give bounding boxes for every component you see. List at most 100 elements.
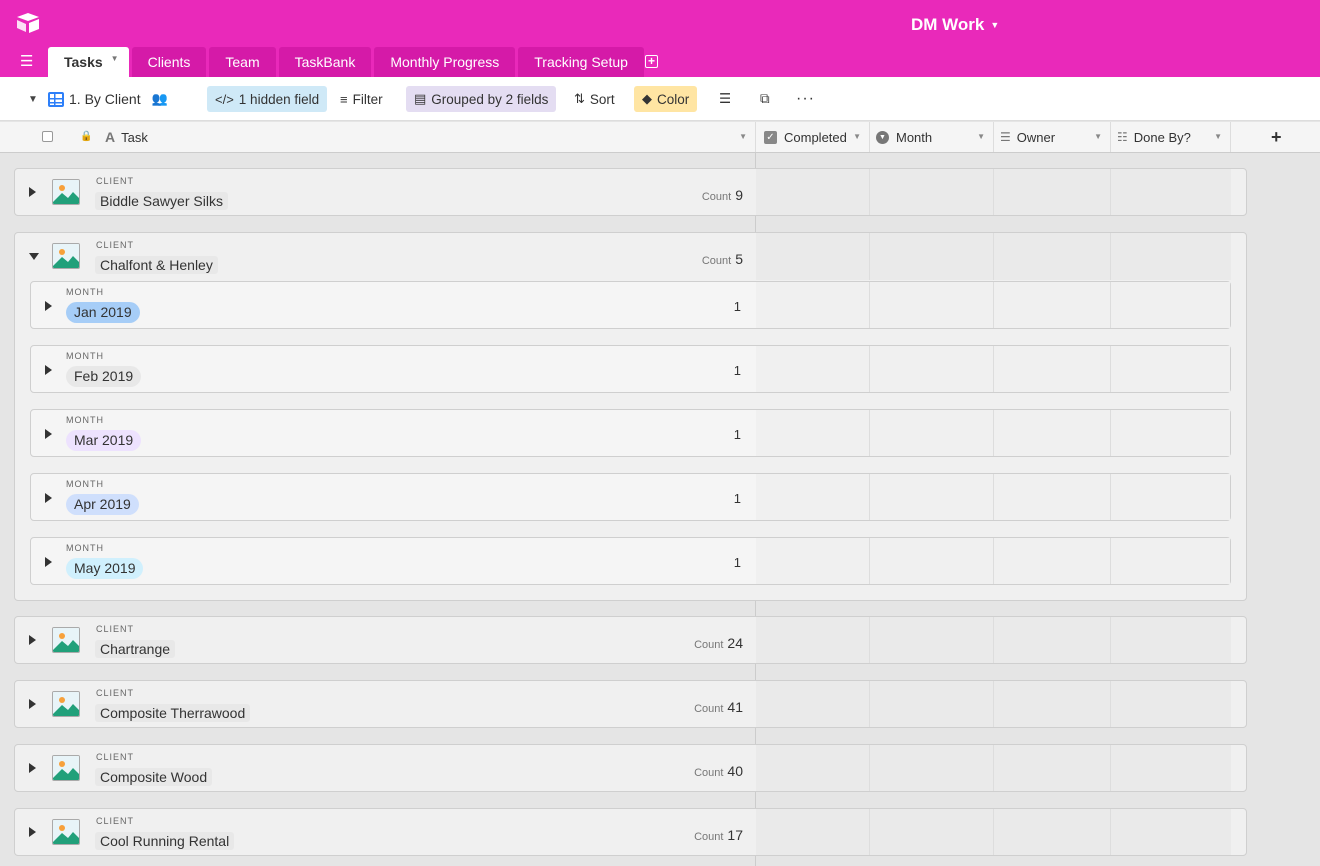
expand-group-icon[interactable] bbox=[29, 827, 39, 837]
base-title[interactable]: DM Work ▼ bbox=[911, 15, 999, 35]
summary-cell[interactable] bbox=[756, 745, 870, 791]
summary-cell[interactable] bbox=[1111, 282, 1230, 328]
summary-cell[interactable] bbox=[994, 809, 1111, 855]
client-image-icon bbox=[52, 755, 80, 781]
expand-group-icon[interactable] bbox=[45, 429, 55, 439]
group-row: CLIENT Chalfont & Henley Count 5 MONTH Ja… bbox=[14, 232, 1247, 601]
summary-cell[interactable] bbox=[870, 474, 994, 520]
subgroup-count: 1 bbox=[733, 299, 741, 314]
filter-button[interactable]: ≡ Filter bbox=[332, 86, 391, 112]
summary-cell[interactable] bbox=[1111, 474, 1230, 520]
summary-cell[interactable] bbox=[870, 745, 994, 791]
summary-cell[interactable] bbox=[870, 410, 994, 456]
add-table-icon[interactable]: + bbox=[645, 55, 658, 68]
summary-cell[interactable] bbox=[756, 410, 870, 456]
month-pill: May 2019 bbox=[66, 558, 144, 579]
summary-cell[interactable] bbox=[756, 681, 870, 727]
summary-cell[interactable] bbox=[1111, 681, 1231, 727]
group-field-label: CLIENT bbox=[96, 240, 135, 250]
summary-cell[interactable] bbox=[1111, 745, 1231, 791]
summary-cell[interactable] bbox=[994, 233, 1111, 280]
select-all-checkbox[interactable] bbox=[42, 131, 53, 142]
tab-clients[interactable]: Clients bbox=[131, 47, 207, 77]
field-header-done-by[interactable]: ☷ Done By? ▼ bbox=[1111, 122, 1231, 152]
share-view-icon[interactable]: ⧉ bbox=[752, 86, 778, 112]
summary-cell[interactable] bbox=[756, 169, 870, 215]
expand-group-icon[interactable] bbox=[45, 557, 55, 567]
summary-cell[interactable] bbox=[1111, 410, 1230, 456]
color-button[interactable]: ◆ Color bbox=[634, 86, 698, 112]
chevron-down-icon[interactable]: ▼ bbox=[853, 132, 861, 141]
summary-cell[interactable] bbox=[870, 538, 994, 584]
subgroup-summary-cells bbox=[756, 282, 1246, 328]
expand-group-icon[interactable] bbox=[45, 493, 55, 503]
summary-cell[interactable] bbox=[870, 681, 994, 727]
tab-team[interactable]: Team bbox=[209, 47, 276, 77]
summary-cell[interactable] bbox=[870, 809, 994, 855]
summary-cell[interactable] bbox=[994, 282, 1111, 328]
field-header-completed[interactable]: ✓ Completed ▼ bbox=[756, 122, 870, 152]
view-switcher[interactable]: 1. By Client 👥 bbox=[40, 86, 176, 112]
row-height-icon[interactable]: ☰ bbox=[711, 86, 739, 112]
summary-cell[interactable] bbox=[756, 282, 870, 328]
airtable-logo-icon[interactable] bbox=[16, 12, 40, 34]
hide-fields-button[interactable]: </> 1 hidden field bbox=[207, 86, 328, 112]
summary-cell[interactable] bbox=[870, 169, 994, 215]
subgroup-field-label: MONTH bbox=[66, 479, 104, 489]
chevron-down-icon[interactable]: ▼ bbox=[1094, 132, 1102, 141]
summary-cell[interactable] bbox=[1111, 538, 1230, 584]
expand-group-icon[interactable] bbox=[29, 763, 39, 773]
view-toolbar: ▼ 1. By Client 👥 </> 1 hidden field ≡ Fi… bbox=[0, 77, 1320, 121]
field-header-task[interactable]: A Task ▼ bbox=[0, 122, 756, 152]
hamburger-menu-icon[interactable]: ☰ bbox=[20, 54, 36, 69]
add-field-button[interactable]: + bbox=[1231, 122, 1320, 152]
tab-tasks[interactable]: Tasks ▼ bbox=[48, 47, 129, 77]
summary-cell[interactable] bbox=[1111, 809, 1231, 855]
lookup-field-icon: ☷ bbox=[1117, 130, 1128, 144]
summary-cell[interactable] bbox=[756, 474, 870, 520]
expand-group-icon[interactable] bbox=[29, 699, 39, 709]
collapse-group-icon[interactable] bbox=[29, 251, 39, 261]
summary-cell[interactable] bbox=[994, 474, 1111, 520]
summary-cell[interactable] bbox=[1111, 346, 1230, 392]
chevron-down-icon[interactable]: ▼ bbox=[1214, 132, 1222, 141]
group-field-label: CLIENT bbox=[96, 176, 135, 186]
group-button[interactable]: ▤ Grouped by 2 fields bbox=[406, 86, 557, 112]
hide-fields-label: 1 hidden field bbox=[238, 91, 320, 107]
summary-cell[interactable] bbox=[994, 681, 1111, 727]
summary-cell[interactable] bbox=[1111, 617, 1231, 663]
summary-cell[interactable] bbox=[756, 233, 870, 280]
expand-group-icon[interactable] bbox=[45, 365, 55, 375]
field-header-month[interactable]: ▼ Month ▼ bbox=[870, 122, 994, 152]
summary-cell[interactable] bbox=[756, 617, 870, 663]
summary-cell[interactable] bbox=[994, 538, 1111, 584]
summary-cell[interactable] bbox=[994, 410, 1111, 456]
summary-cell[interactable] bbox=[870, 617, 994, 663]
tab-monthly-progress[interactable]: Monthly Progress bbox=[374, 47, 516, 77]
summary-cell[interactable] bbox=[994, 346, 1111, 392]
expand-group-icon[interactable] bbox=[45, 301, 55, 311]
summary-cell[interactable] bbox=[994, 745, 1111, 791]
summary-cell[interactable] bbox=[870, 233, 994, 280]
expand-group-icon[interactable] bbox=[29, 187, 39, 197]
chevron-down-icon[interactable]: ▼ bbox=[977, 132, 985, 141]
summary-cell[interactable] bbox=[756, 809, 870, 855]
tab-taskbank[interactable]: TaskBank bbox=[278, 47, 372, 77]
group-row: CLIENT Composite Therrawood Count 41 bbox=[14, 680, 1247, 728]
summary-cell[interactable] bbox=[756, 538, 870, 584]
summary-cell[interactable] bbox=[994, 169, 1111, 215]
summary-cell[interactable] bbox=[870, 346, 994, 392]
sort-button[interactable]: ⇅ Sort bbox=[566, 86, 623, 112]
chevron-down-icon[interactable]: ▼ bbox=[739, 132, 747, 141]
summary-cell[interactable] bbox=[1111, 169, 1231, 215]
summary-cell[interactable] bbox=[1111, 233, 1231, 280]
summary-cell[interactable] bbox=[994, 617, 1111, 663]
summary-cell[interactable] bbox=[756, 346, 870, 392]
group-row: CLIENT Chartrange Count 24 bbox=[14, 616, 1247, 664]
chevron-down-icon[interactable]: ▼ bbox=[111, 54, 119, 63]
summary-cell[interactable] bbox=[870, 282, 994, 328]
field-header-owner[interactable]: ☰ Owner ▼ bbox=[994, 122, 1111, 152]
expand-group-icon[interactable] bbox=[29, 635, 39, 645]
tab-tracking-setup[interactable]: Tracking Setup bbox=[518, 47, 644, 77]
more-options-icon[interactable]: ··· bbox=[788, 86, 823, 112]
